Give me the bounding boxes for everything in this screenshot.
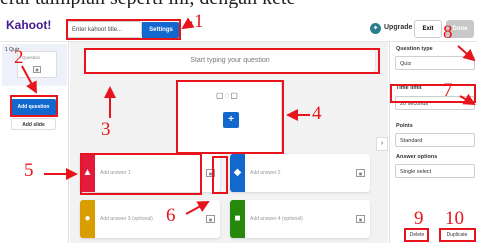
annotation-number: 4: [312, 103, 322, 124]
annotation-box-add-question: [10, 95, 58, 117]
annotation-number: 7: [443, 80, 453, 101]
answer-color-bar: ■: [230, 200, 245, 238]
circle-icon: ●: [84, 213, 91, 224]
answer-2[interactable]: ◆ Add answer 2 ▣: [230, 154, 370, 192]
slides-sidebar: 1 Quiz Question ▣ Add question Add slide: [0, 42, 69, 243]
answer-options-label: Answer options: [396, 154, 438, 160]
annotation-box-question: [84, 48, 380, 74]
annotation-number: 10: [445, 208, 464, 229]
annotation-number: 9: [414, 208, 424, 229]
image-icon: ▣: [33, 66, 41, 73]
upgrade-icon[interactable]: ✦: [370, 23, 381, 34]
exit-button[interactable]: Exit: [414, 20, 442, 38]
points-select[interactable]: Standard: [395, 133, 475, 147]
annotation-box-answer-image: [212, 156, 228, 194]
square-icon: ■: [234, 213, 241, 224]
answer-label: Add answer 2: [250, 170, 281, 176]
answer-3[interactable]: ● Add answer 3 (optional) ▣: [80, 200, 220, 238]
annotation-number: 6: [166, 205, 176, 226]
add-slide-button[interactable]: Add slide: [11, 118, 56, 130]
annotation-number: 3: [101, 119, 111, 140]
answer-label: Add answer 4 (optional): [250, 216, 303, 222]
annotation-box-media: [176, 80, 284, 154]
annotation-number: 5: [24, 160, 34, 181]
annotation-box-question-type: [390, 84, 476, 103]
caption-text: eral taimplan seperti ini, dengan kete: [0, 0, 477, 8]
answer-label: Add answer 3 (optional): [100, 216, 153, 222]
upgrade-link[interactable]: Upgrade: [384, 24, 412, 31]
annotation-box-answer-1: [80, 153, 202, 195]
annotation-box-duplicate: [439, 228, 476, 242]
diamond-icon: ◆: [233, 167, 242, 178]
answer-options-select[interactable]: Single select: [395, 164, 475, 178]
answer-image-icon[interactable]: ▣: [206, 215, 215, 223]
answer-4[interactable]: ■ Add answer 4 (optional) ▣: [230, 200, 370, 238]
thumb-question-text: Question: [22, 55, 41, 60]
answer-color-bar: ◆: [230, 154, 245, 192]
answer-image-icon[interactable]: ▣: [356, 169, 365, 177]
answer-color-bar: ●: [80, 200, 95, 238]
answer-image-icon[interactable]: ▣: [356, 215, 365, 223]
question-type-label: Question type: [396, 46, 433, 52]
annotation-number: 8: [443, 22, 453, 43]
annotation-number: 2: [14, 47, 24, 68]
question-type-select[interactable]: Quiz: [395, 56, 475, 70]
annotation-box-title: [66, 19, 181, 40]
annotation-box-delete: [404, 228, 429, 242]
collapse-panel-chevron-icon[interactable]: ›: [376, 137, 388, 151]
annotation-number: 1: [194, 11, 204, 32]
slide-thumbnail[interactable]: 1 Quiz Question ▣: [2, 44, 67, 86]
points-label: Points: [396, 123, 413, 129]
kahoot-logo: Kahoot!: [6, 18, 52, 32]
caption-fragment: eral taimplan seperti ini, dengan kete: [0, 0, 477, 8]
